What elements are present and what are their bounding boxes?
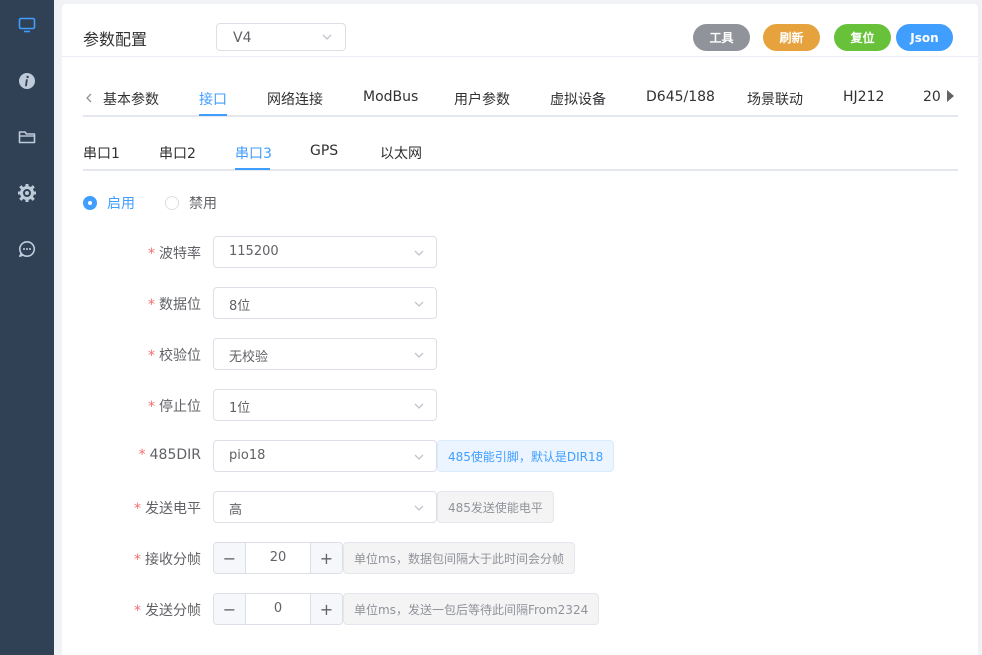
active-tab-indicator: [199, 114, 227, 116]
send-level-select[interactable]: 高: [213, 491, 437, 523]
recv-frame-label: * 接收分帧: [134, 552, 201, 568]
active-subtab-indicator: [235, 168, 270, 170]
send-level-hint: 485发送使能电平: [437, 491, 554, 523]
tab-network[interactable]: 网络连接: [267, 89, 323, 109]
info-icon[interactable]: [17, 71, 37, 91]
dir485-select[interactable]: pio18: [213, 440, 437, 472]
json-button[interactable]: Json: [896, 24, 953, 51]
tab-ethernet[interactable]: 以太网: [380, 143, 422, 163]
plus-button[interactable]: +: [310, 594, 342, 624]
tab-modbus[interactable]: ModBus: [363, 89, 418, 105]
stop-bits-label: * 停止位: [148, 399, 201, 415]
recv-frame-stepper[interactable]: − 20 +: [213, 542, 343, 574]
caret-right-icon[interactable]: [945, 89, 955, 103]
chevron-down-icon: [414, 403, 424, 409]
chevron-down-icon: [414, 505, 424, 511]
page-title: 参数配置: [83, 30, 148, 49]
dir485-label: * 485DIR: [138, 447, 201, 463]
data-bits-select[interactable]: 8位: [213, 287, 437, 319]
baud-rate-value: 115200: [229, 244, 279, 259]
sidebar: [0, 0, 54, 655]
serial-tabs: 串口1 串口2 串口3 GPS 以太网: [83, 137, 958, 171]
chevron-down-icon: [414, 454, 424, 460]
send-frame-row: * 发送分帧 − 0 + 单位ms，发送一包后等待此间隔From2324: [62, 593, 978, 625]
baud-rate-select[interactable]: 115200: [213, 236, 437, 268]
tools-button[interactable]: 工具: [693, 24, 750, 51]
tab-gps[interactable]: GPS: [310, 143, 338, 159]
baud-rate-label: * 波特率: [148, 246, 201, 262]
parity-select[interactable]: 无校验: [213, 338, 437, 370]
enable-radio-label: 启用: [107, 196, 135, 212]
stop-bits-select[interactable]: 1位: [213, 389, 437, 421]
version-value: V4: [233, 30, 252, 46]
data-bits-label: * 数据位: [148, 297, 201, 313]
send-frame-value[interactable]: 0: [246, 601, 310, 616]
monitor-icon[interactable]: [17, 15, 37, 35]
recv-frame-hint: 单位ms，数据包间隔大于此时间会分帧: [343, 542, 575, 574]
tab-d645[interactable]: D645/188: [646, 89, 715, 105]
tab-serial-2[interactable]: 串口2: [159, 143, 196, 163]
tab-serial-1[interactable]: 串口1: [83, 143, 120, 163]
chevron-left-icon[interactable]: [83, 92, 95, 104]
data-bits-value: 8位: [229, 299, 251, 314]
stop-bits-row: * 停止位 1位: [62, 389, 978, 421]
version-select[interactable]: V4: [216, 23, 346, 51]
disable-radio-label: 禁用: [189, 196, 217, 212]
chat-icon[interactable]: [17, 239, 37, 259]
send-frame-label: * 发送分帧: [134, 603, 201, 619]
tab-serial-3[interactable]: 串口3: [235, 143, 272, 163]
refresh-button[interactable]: 刷新: [763, 24, 820, 51]
plus-button[interactable]: +: [310, 543, 342, 573]
minus-button[interactable]: −: [214, 594, 246, 624]
chevron-down-icon: [414, 301, 424, 307]
send-level-label: * 发送电平: [134, 501, 201, 517]
tab-scene-linkage[interactable]: 场景联动: [747, 89, 803, 109]
disable-radio[interactable]: 禁用: [165, 193, 217, 213]
parity-label: * 校验位: [148, 348, 201, 364]
chevron-down-icon: [322, 34, 332, 40]
radio-unchecked-icon: [165, 196, 179, 210]
main-panel: 参数配置 V4 工具 刷新 复位 Json 基本参数 接口 网络连接 ModBu…: [62, 4, 978, 655]
header: 参数配置 V4 工具 刷新 复位 Json: [62, 4, 978, 57]
parity-row: * 校验位 无校验: [62, 338, 978, 370]
parity-value: 无校验: [229, 350, 269, 365]
tab-interface[interactable]: 接口: [199, 89, 227, 109]
tab-basic-params[interactable]: 基本参数: [103, 89, 159, 109]
radio-checked-icon: [83, 196, 97, 210]
chevron-down-icon: [414, 250, 424, 256]
data-bits-row: * 数据位 8位: [62, 287, 978, 319]
main-tabs: 基本参数 接口 网络连接 ModBus 用户参数 虚拟设备 D645/188 场…: [83, 83, 958, 117]
chevron-down-icon: [414, 352, 424, 358]
gear-icon[interactable]: [17, 183, 37, 203]
enable-radio[interactable]: 启用: [83, 193, 135, 213]
tab-20[interactable]: 20: [923, 89, 941, 105]
dir485-value: pio18: [229, 448, 266, 463]
minus-button[interactable]: −: [214, 543, 246, 573]
send-level-row: * 发送电平 高 485发送使能电平: [62, 491, 978, 523]
baud-rate-row: * 波特率 115200: [62, 236, 978, 268]
tab-virtual-device[interactable]: 虚拟设备: [550, 89, 606, 109]
tab-user-params[interactable]: 用户参数: [454, 89, 510, 109]
dir485-row: * 485DIR pio18 485使能引脚，默认是DIR18: [62, 440, 978, 472]
stop-bits-value: 1位: [229, 401, 251, 416]
tab-hj212[interactable]: HJ212: [843, 89, 884, 105]
recv-frame-value[interactable]: 20: [246, 550, 310, 565]
folder-icon[interactable]: [17, 127, 37, 147]
reset-button[interactable]: 复位: [834, 24, 891, 51]
recv-frame-row: * 接收分帧 − 20 + 单位ms，数据包间隔大于此时间会分帧: [62, 542, 978, 574]
dir485-hint: 485使能引脚，默认是DIR18: [437, 440, 615, 472]
send-frame-hint: 单位ms，发送一包后等待此间隔From2324: [343, 593, 600, 625]
send-frame-stepper[interactable]: − 0 +: [213, 593, 343, 625]
send-level-value: 高: [229, 503, 243, 518]
